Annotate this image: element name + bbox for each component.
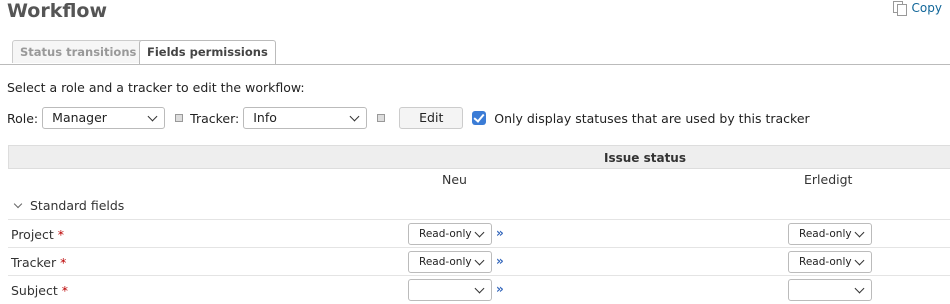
role-select-value: Manager	[52, 110, 107, 125]
tab-status-transitions[interactable]: Status transitions	[12, 40, 145, 63]
field-name: Tracker *	[11, 255, 67, 270]
tab-bar: Status transitions Fields permissions	[0, 38, 950, 65]
permission-select[interactable]	[408, 279, 492, 301]
role-label: Role:	[7, 110, 39, 126]
toggle-multiselect-icon[interactable]	[377, 114, 386, 122]
apply-to-all-button[interactable]: »	[496, 282, 504, 296]
permission-select[interactable]: Read-only	[408, 251, 492, 273]
tracker-select-value: Info	[253, 110, 277, 125]
field-name: Project *	[11, 227, 65, 242]
role-select[interactable]: Manager	[42, 107, 166, 129]
required-marker: *	[61, 283, 68, 298]
field-name: Subject *	[11, 283, 68, 298]
apply-to-all-button[interactable]: »	[496, 226, 504, 240]
table-header: Issue status	[8, 145, 950, 169]
apply-to-all-button[interactable]: »	[496, 254, 504, 268]
filter-bar: Role: Manager Tracker: Info Edit Only di…	[7, 106, 810, 130]
table-row: Project * Read-only » Read-only	[8, 219, 950, 248]
chevron-down-icon	[474, 255, 485, 266]
toggle-multiselect-icon[interactable]	[175, 114, 184, 122]
chevron-down-icon	[854, 227, 865, 238]
permission-select[interactable]: Read-only	[408, 223, 492, 245]
chevron-down-icon	[13, 199, 23, 209]
chevron-down-icon	[474, 227, 485, 238]
copy-label: Copy	[911, 1, 942, 15]
group-label: Standard fields	[30, 198, 125, 213]
only-used-statuses-label: Only display statuses that are used by t…	[494, 110, 810, 126]
chevron-down-icon	[854, 255, 865, 266]
copy-link[interactable]: Copy	[892, 1, 942, 16]
permission-select[interactable]: Read-only	[788, 251, 872, 273]
column-header-erledigt: Erledigt	[804, 172, 853, 187]
edit-button[interactable]: Edit	[399, 107, 464, 129]
column-header-neu: Neu	[442, 172, 467, 187]
standard-fields-group[interactable]: Standard fields	[13, 198, 125, 213]
table-row: Subject * »	[8, 275, 950, 304]
permissions-table: Issue status Neu Erledigt Standard field…	[8, 145, 950, 302]
tab-fields-permissions[interactable]: Fields permissions	[139, 40, 276, 64]
instruction-text: Select a role and a tracker to edit the …	[7, 80, 305, 95]
permission-select[interactable]: Read-only	[788, 223, 872, 245]
page-title: Workflow	[7, 0, 108, 22]
required-marker: *	[60, 255, 67, 270]
chevron-down-icon	[854, 283, 865, 294]
required-marker: *	[57, 227, 65, 242]
only-used-statuses-checkbox[interactable]	[472, 111, 487, 125]
chevron-down-icon	[474, 283, 485, 294]
tracker-label: Tracker:	[190, 110, 240, 126]
issue-status-header: Issue status	[603, 151, 686, 165]
permission-select[interactable]	[788, 279, 872, 301]
chevron-down-icon	[147, 111, 158, 122]
copy-icon	[892, 1, 907, 16]
chevron-down-icon	[349, 111, 360, 122]
tracker-select[interactable]: Info	[243, 107, 368, 129]
table-row: Tracker * Read-only » Read-only	[8, 247, 950, 276]
